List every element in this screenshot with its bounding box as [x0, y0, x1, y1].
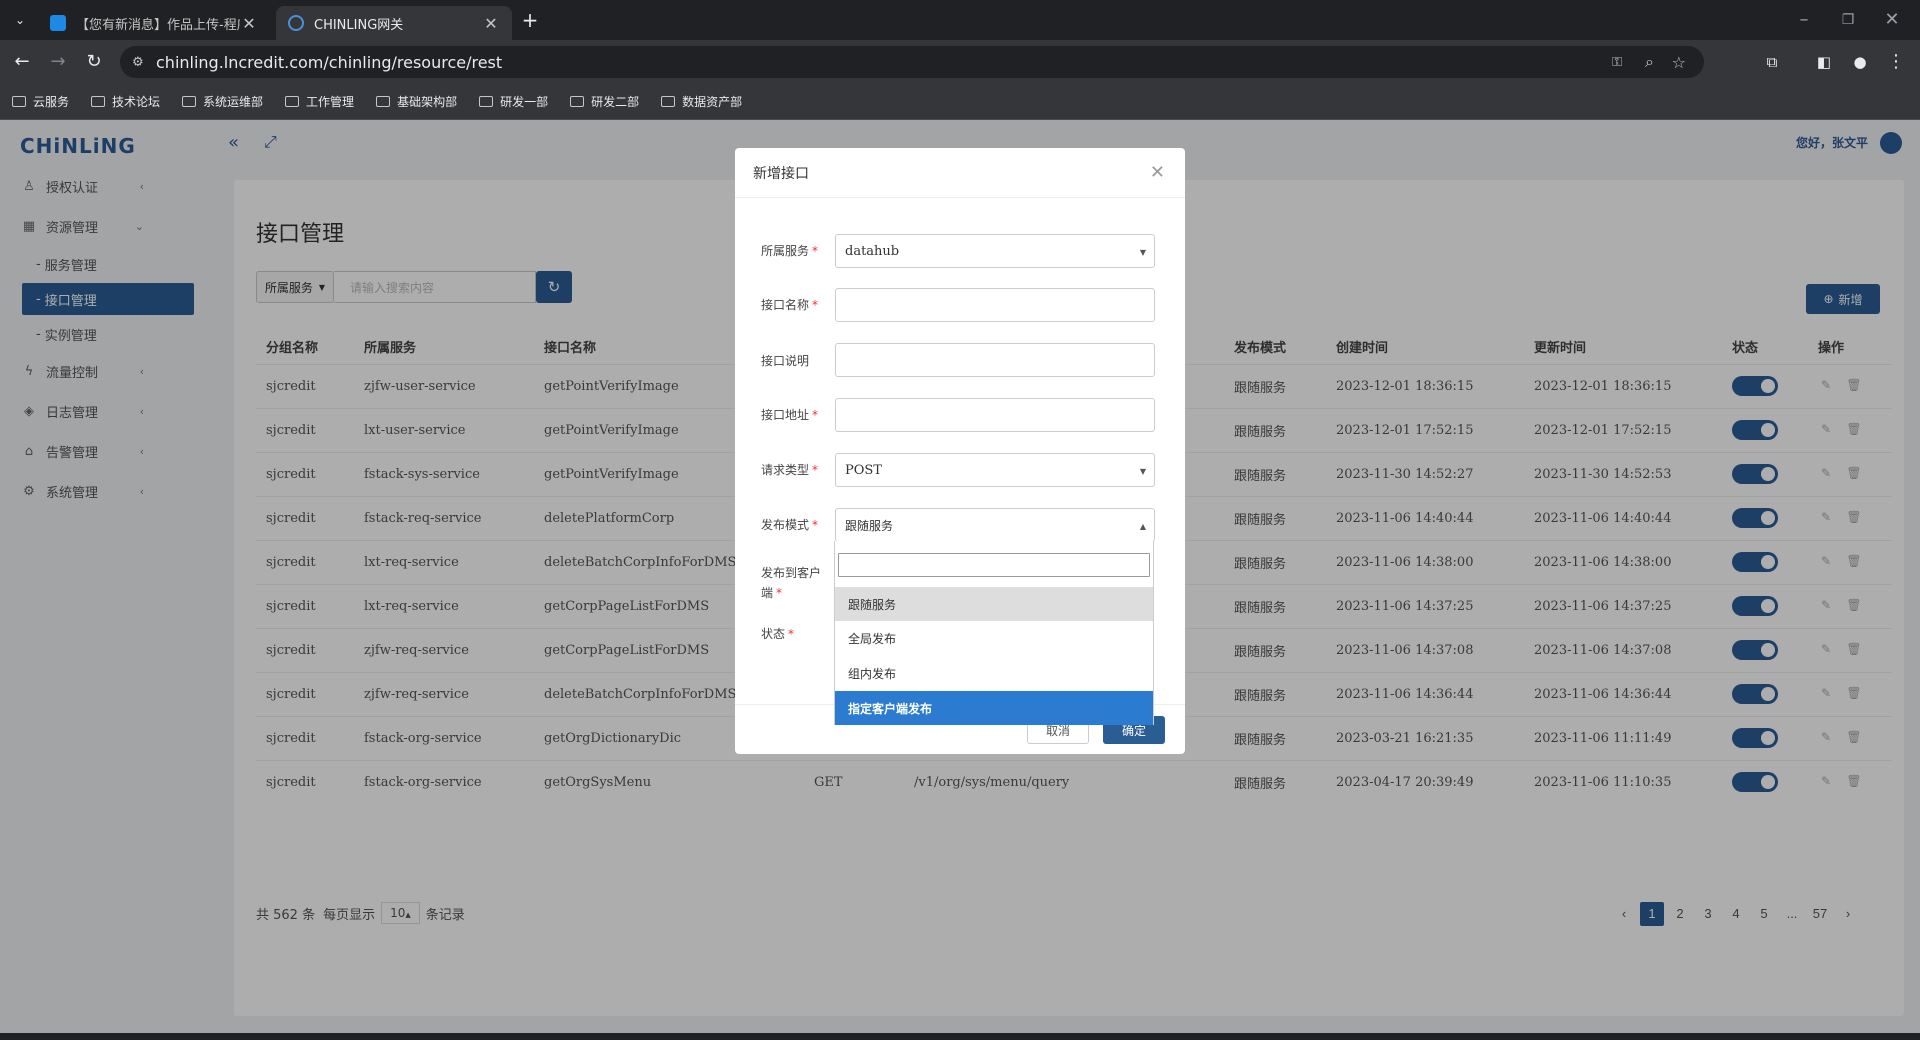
interface-path-input[interactable]	[835, 398, 1155, 432]
service-select[interactable]: datahub ▼	[835, 234, 1155, 268]
address-bar[interactable]: ⚙ chinling.lncredit.com/chinling/resourc…	[120, 46, 1704, 78]
browser-tab-strip: ⌄ 【您有新消息】作品上传-程序... ✕ CHINLING网关 ✕ + – ❐…	[0, 0, 1920, 40]
field-label-path: 接口地址 *	[761, 408, 819, 422]
site-info-icon[interactable]: ⚙	[132, 55, 144, 70]
new-tab-icon[interactable]: +	[518, 8, 542, 32]
bookmark-label: 数据资产部	[682, 95, 743, 109]
caret-down-icon: ▼	[1139, 248, 1146, 257]
caret-down-icon: ▼	[1139, 467, 1146, 476]
reload-icon[interactable]: ↻	[82, 50, 106, 74]
folder-icon	[91, 96, 106, 107]
folder-icon	[12, 96, 26, 107]
bookmark-label: 研发二部	[591, 95, 640, 109]
url-text: chinling.lncredit.com/chinling/resource/…	[156, 52, 503, 72]
label-text: 状态	[761, 627, 786, 641]
tab-title: 【您有新消息】作品上传-程序...	[76, 17, 240, 33]
bookmark-label: 工作管理	[306, 95, 355, 109]
bookmark-label: 基础架构部	[397, 95, 458, 109]
field-label-service: 所属服务 *	[761, 244, 819, 258]
forward-icon[interactable]: →	[46, 50, 70, 74]
bookmarks-bar: 云服务 技术论坛 系统运维部 工作管理 基础架构部 研发一部 研发二部 数据资产…	[0, 84, 1920, 120]
method-value: POST	[845, 462, 882, 478]
field-label-desc: 接口说明	[761, 351, 821, 371]
folder-icon	[570, 96, 585, 107]
menu-kebab-icon[interactable]: ⋮	[1884, 50, 1908, 74]
bookmark-folder[interactable]: 研发一部	[479, 93, 548, 110]
bookmark-folder[interactable]: 云服务	[12, 93, 69, 110]
bookmark-label: 研发一部	[500, 95, 549, 109]
service-value: datahub	[845, 243, 900, 259]
bookmark-folder[interactable]: 技术论坛	[91, 93, 160, 110]
bookmark-folder[interactable]: 研发二部	[570, 93, 639, 110]
mode-value: 跟随服务	[845, 518, 894, 533]
folder-icon	[661, 96, 676, 107]
folder-icon	[182, 96, 197, 107]
label-text: 接口说明	[761, 354, 810, 368]
method-select[interactable]: POST ▼	[835, 453, 1155, 487]
bookmark-label: 系统运维部	[203, 95, 264, 109]
field-label-status: 状态 *	[761, 627, 795, 641]
label-text: 所属服务	[761, 244, 810, 258]
minimize-icon[interactable]: –	[1792, 8, 1816, 32]
publish-mode-select[interactable]: 跟随服务 ▲	[835, 508, 1155, 542]
field-label-method: 请求类型 *	[761, 463, 819, 477]
option-label: 指定客户端发布	[848, 701, 933, 716]
zoom-icon[interactable]: ⌕	[1645, 52, 1654, 72]
bookmark-star-icon[interactable]: ☆	[1672, 53, 1686, 72]
dropdown-option-selected[interactable]: 指定客户端发布	[835, 691, 1153, 725]
folder-icon	[376, 96, 391, 107]
back-icon[interactable]: ←	[10, 50, 34, 74]
bookmark-label: 技术论坛	[112, 95, 161, 109]
side-panel-icon[interactable]: ◧	[1812, 50, 1836, 74]
dialog-title: 新增接口	[753, 165, 809, 182]
extensions-icon[interactable]: ⧉	[1760, 50, 1784, 74]
tab-title: CHINLING网关	[314, 17, 404, 33]
option-label: 全局发布	[848, 631, 897, 646]
bookmark-folder[interactable]: 数据资产部	[661, 93, 742, 110]
restore-icon[interactable]: ❐	[1836, 8, 1860, 32]
field-label-name: 接口名称 *	[761, 298, 819, 312]
dialog-header: 新增接口	[735, 148, 1185, 198]
option-label: 组内发布	[848, 666, 897, 681]
tab-search-icon[interactable]: ⌄	[8, 8, 32, 32]
profile-icon[interactable]: ●	[1848, 50, 1872, 74]
dropdown-option[interactable]: 全局发布	[835, 621, 1153, 655]
caret-up-icon: ▲	[1139, 522, 1146, 531]
field-label-mode: 发布模式 *	[761, 518, 819, 532]
browser-tab-active[interactable]: CHINLING网关 ✕	[276, 6, 512, 40]
interface-name-input[interactable]	[835, 288, 1155, 322]
label-text: 接口地址	[761, 408, 810, 422]
close-window-icon[interactable]: ✕	[1880, 8, 1904, 32]
bookmark-folder[interactable]: 系统运维部	[182, 93, 263, 110]
browser-tab[interactable]: 【您有新消息】作品上传-程序... ✕	[38, 6, 270, 40]
os-taskbar	[0, 1033, 1920, 1040]
option-label: 跟随服务	[848, 597, 897, 612]
tab-favicon-icon	[288, 15, 304, 31]
label-text: 发布模式	[761, 518, 810, 532]
bookmark-folder[interactable]: 工作管理	[285, 93, 354, 110]
password-key-icon[interactable]: ⚿	[1612, 55, 1622, 70]
tab-favicon-icon	[50, 15, 66, 31]
close-icon[interactable]: ✕	[1150, 162, 1165, 183]
close-tab-icon[interactable]: ✕	[482, 14, 500, 33]
label-text: 发布到客户端	[761, 566, 822, 600]
dropdown-option[interactable]: 组内发布	[835, 656, 1153, 690]
dropdown-option[interactable]: 跟随服务	[835, 587, 1153, 621]
dropdown-search-input[interactable]	[838, 553, 1150, 577]
interface-desc-input[interactable]	[835, 343, 1155, 377]
folder-icon	[479, 96, 494, 107]
bookmark-folder[interactable]: 基础架构部	[376, 93, 457, 110]
folder-icon	[285, 96, 300, 107]
label-text: 请求类型	[761, 463, 810, 477]
publish-mode-dropdown: 跟随服务 全局发布 组内发布 指定客户端发布	[834, 541, 1154, 725]
label-text: 接口名称	[761, 298, 810, 312]
close-tab-icon[interactable]: ✕	[240, 14, 258, 33]
field-label-clients: 发布到客户端 *	[761, 566, 822, 600]
bookmark-label: 云服务	[33, 95, 70, 109]
browser-toolbar: ← → ↻ ⚙ chinling.lncredit.com/chinling/r…	[0, 40, 1920, 84]
